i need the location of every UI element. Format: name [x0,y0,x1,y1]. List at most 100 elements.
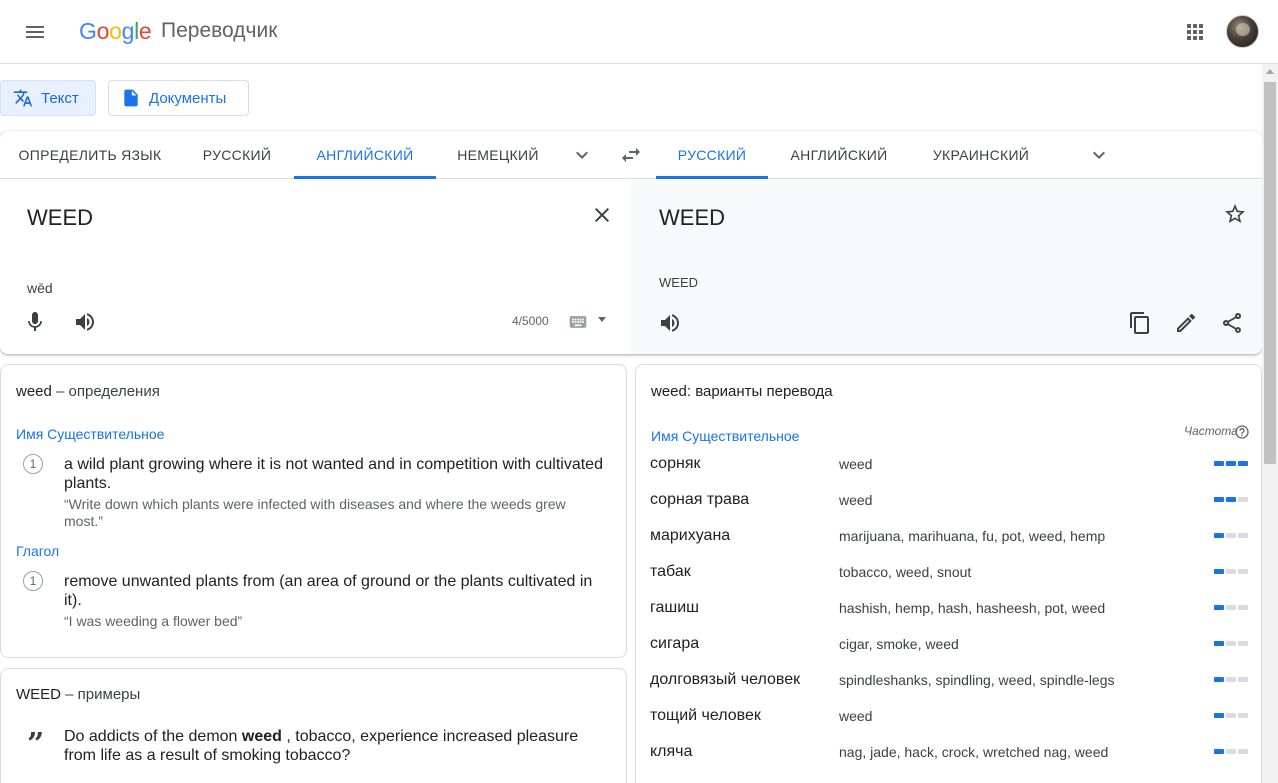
translation-row[interactable]: тощий человек weed [636,707,1263,743]
frequency-indicator [1214,713,1250,719]
product-name[interactable]: Переводчик [161,19,277,43]
target-transliteration: WEED [659,275,698,290]
back-translations: hashish, hemp, hash, hasheesh, pot, weed [839,600,1106,616]
frequency-bar-segment [1238,641,1248,646]
translation-word[interactable]: табак [650,563,691,581]
documents-mode-label: Документы [149,89,227,107]
frequency-bar-segment [1214,605,1224,610]
frequency-bar-segment [1226,641,1236,646]
translation-output: WEED [659,205,725,230]
frequency-bar-segment [1238,677,1248,682]
back-translations: nag, jade, hack, crock, wretched nag, we… [839,744,1109,760]
source-more-languages-icon[interactable] [570,143,594,167]
translations-card: weed: варианты перевода Имя Существитель… [635,364,1262,783]
scroll-thumb[interactable] [1264,82,1276,464]
microphone-icon[interactable] [23,310,47,334]
translation-row[interactable]: сорняк weed [636,455,1263,491]
frequency-indicator [1214,569,1250,575]
page-scrollbar[interactable] [1262,64,1278,783]
clear-text-icon[interactable] [590,203,614,227]
translate-page: Google Переводчик Текст Документы ОПРЕДЕ… [0,0,1278,783]
tab-source-german[interactable]: НЕМЕЦКИЙ [436,131,560,179]
copy-translation-icon[interactable] [1128,311,1152,335]
target-pane: WEED WEED [631,180,1262,354]
documents-mode-button[interactable]: Документы [108,80,249,116]
swap-languages-icon[interactable] [619,143,643,167]
definitions-card: weed – определения Имя Существительное 1… [0,364,627,658]
translation-row[interactable]: сигара cigar, smoke, weed [636,635,1263,671]
tab-source-russian[interactable]: РУССКИЙ [180,131,294,179]
text-mode-label: Текст [41,89,79,107]
frequency-label: Частота [1184,424,1238,438]
frequency-indicator [1214,533,1250,539]
translations-noun-label: Имя Существительное [651,428,800,444]
tab-source-english[interactable]: АНГЛИЙСКИЙ [294,131,436,179]
translation-word[interactable]: сорная трава [650,491,749,509]
source-listen-icon[interactable] [73,310,97,334]
frequency-indicator [1214,677,1250,683]
frequency-indicator [1214,461,1250,467]
translation-row[interactable]: долговязый человек spindleshanks, spindli… [636,671,1263,707]
translate-icon [13,89,33,107]
translation-row[interactable]: кляча nag, jade, hack, crock, wretched na… [636,743,1263,779]
tab-target-russian[interactable]: РУССКИЙ [656,131,768,179]
frequency-bar-segment [1238,533,1248,538]
quote-icon: ” [27,727,45,762]
translation-row[interactable]: табак tobacco, weed, snout [636,563,1263,599]
scroll-up-arrow-icon[interactable] [1266,69,1274,74]
frequency-bar-segment [1226,677,1236,682]
verb-label: Глагол [16,543,60,559]
definition-number: 1 [23,454,43,474]
translation-word[interactable]: марихуана [650,527,730,545]
main-menu-icon[interactable] [23,20,47,44]
frequency-indicator [1214,641,1250,647]
translations-title: weed: варианты перевода [651,383,833,400]
noun-definition: a wild plant growing where it is not wan… [64,456,603,492]
frequency-bar-segment [1226,569,1236,574]
back-translations: weed [839,492,873,508]
translation-row[interactable]: сорная трава weed [636,491,1263,527]
verb-definition: remove unwanted plants from (an area of … [64,573,593,609]
translation-word[interactable]: гашиш [650,599,699,617]
frequency-bar-segment [1238,713,1248,718]
frequency-bar-segment [1238,461,1248,466]
frequency-indicator [1214,497,1250,503]
frequency-indicator [1214,605,1250,611]
back-translations: cigar, smoke, weed [839,636,959,652]
translation-row[interactable]: гашиш hashish, hemp, hash, hasheesh, pot,… [636,599,1263,635]
back-translations: tobacco, weed, snout [839,564,972,580]
google-logo[interactable]: Google [79,18,152,45]
translation-word[interactable]: долговязый человек [650,671,800,689]
tab-detect-language[interactable]: ОПРЕДЕЛИТЬ ЯЗЫК [0,131,180,179]
apps-grid-icon[interactable] [1183,20,1207,44]
translation-row[interactable]: марихуана marijuana, marihuana, fu, pot, … [636,527,1263,563]
translation-word[interactable]: сигара [650,635,699,653]
keyboard-icon[interactable] [568,312,588,332]
frequency-bar-segment [1226,461,1236,466]
tab-target-english[interactable]: АНГЛИЙСКИЙ [768,131,910,179]
account-avatar[interactable] [1226,15,1259,48]
translation-word[interactable]: кляча [650,743,692,761]
text-mode-button[interactable]: Текст [0,80,96,116]
example-sentence: Do addicts of the demon weed , tobacco, … [64,728,579,764]
input-tools-dropdown[interactable] [598,317,606,322]
target-listen-icon[interactable] [658,311,682,335]
translation-word[interactable]: тощий человек [650,707,761,725]
frequency-bar-segment [1238,497,1248,502]
target-more-languages-icon[interactable] [1087,143,1111,167]
frequency-bar-segment [1214,641,1224,646]
translation-word[interactable]: сорняк [650,455,700,473]
back-translations: spindleshanks, spindling, weed, spindle-… [839,672,1115,688]
save-translation-star-icon[interactable] [1223,202,1247,226]
source-transliteration: wēd [27,280,53,296]
help-icon[interactable] [1234,424,1250,440]
source-pane: WEED wēd 4/5000 [0,180,631,354]
frequency-bar-segment [1226,533,1236,538]
definition-number: 1 [23,571,43,591]
frequency-bar-segment [1214,497,1224,502]
share-icon[interactable] [1220,311,1244,335]
suggest-edit-pencil-icon[interactable] [1174,311,1198,335]
frequency-bar-segment [1238,605,1248,610]
tab-target-ukrainian[interactable]: УКРАИНСКИЙ [910,131,1052,179]
source-text-input[interactable]: WEED [27,205,93,231]
